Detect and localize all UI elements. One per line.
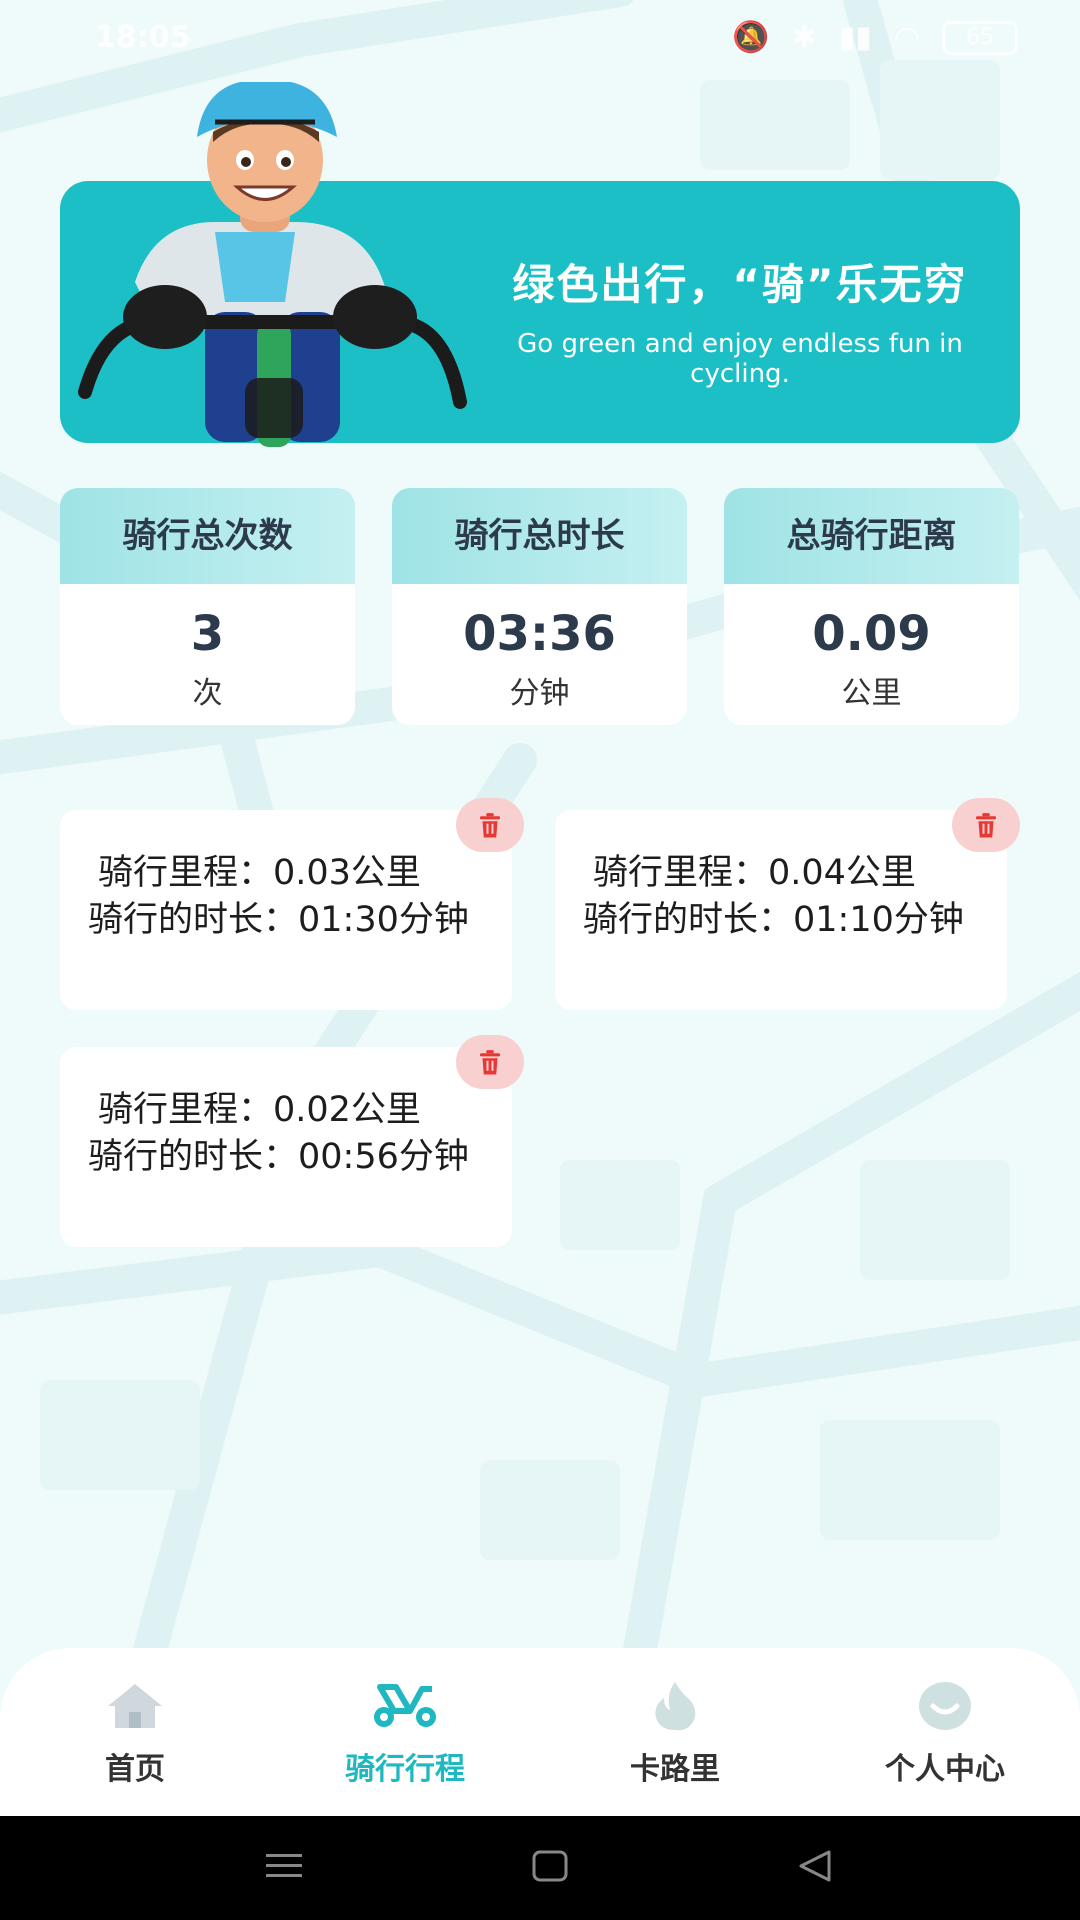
ride-record-card[interactable]: 骑行里程：0.02公里 骑行的时长：00:56分钟 <box>60 1047 512 1247</box>
stat-card-total-distance: 总骑行距离 0.09 公里 <box>724 488 1019 725</box>
signal-icon: ▮▮ <box>838 20 872 55</box>
stat-unit: 次 <box>192 676 223 711</box>
home-square-icon[interactable] <box>530 1846 570 1886</box>
ride-record-card[interactable]: 骑行里程：0.04公里 骑行的时长：01:10分钟 <box>555 810 1007 1010</box>
ride-duration: 骑行的时长：01:10分钟 <box>583 900 964 940</box>
stat-unit: 分钟 <box>509 676 570 711</box>
ride-history-screen: 18:05 🔕 ✱ ▮▮ ◠ 65 绿色出行，“骑”乐无穷 Go green a… <box>0 0 1080 1920</box>
banner-title: 绿色出行，“骑”乐无穷 <box>512 260 968 309</box>
trash-icon <box>480 813 500 838</box>
ride-distance: 骑行里程：0.02公里 <box>98 1090 421 1130</box>
smile-icon <box>919 1682 971 1730</box>
stat-value: 03:36 <box>463 606 616 662</box>
nav-item-calories[interactable]: 卡路里 <box>575 1678 775 1788</box>
status-time: 18:05 <box>95 20 191 55</box>
battery-icon: 65 <box>942 20 1018 55</box>
back-icon[interactable] <box>795 1846 835 1886</box>
stat-unit: 公里 <box>841 676 902 711</box>
nav-item-profile[interactable]: 个人中心 <box>845 1678 1045 1788</box>
cyclist-illustration <box>78 82 467 447</box>
ride-record-card[interactable]: 骑行里程：0.03公里 骑行的时长：01:30分钟 <box>60 810 512 1010</box>
stat-label: 总骑行距离 <box>724 488 1019 584</box>
ride-distance: 骑行里程：0.03公里 <box>98 853 421 893</box>
nav-item-home[interactable]: 首页 <box>35 1678 235 1788</box>
trash-icon <box>976 813 996 838</box>
home-icon <box>108 1684 162 1728</box>
nav-item-rides[interactable]: 骑行行程 <box>305 1678 505 1788</box>
delete-record-button[interactable] <box>952 798 1020 852</box>
nav-label-profile: 个人中心 <box>885 1752 1005 1787</box>
system-nav-bar <box>0 1816 1080 1920</box>
status-bar: 18:05 🔕 ✱ ▮▮ ◠ 65 <box>0 0 1080 76</box>
mute-icon: 🔕 <box>732 20 770 55</box>
ride-duration: 骑行的时长：01:30分钟 <box>88 900 469 940</box>
stat-label: 骑行总次数 <box>60 488 355 584</box>
ride-distance: 骑行里程：0.04公里 <box>593 853 916 893</box>
trash-icon <box>480 1050 500 1075</box>
bluetooth-icon: ✱ <box>791 20 817 55</box>
nav-label-calories: 卡路里 <box>630 1752 720 1787</box>
menu-icon[interactable] <box>264 1846 304 1886</box>
nav-label-home: 首页 <box>105 1752 165 1787</box>
delete-record-button[interactable] <box>456 1035 524 1089</box>
stat-card-total-duration: 骑行总时长 03:36 分钟 <box>392 488 687 725</box>
nav-label-rides: 骑行行程 <box>345 1752 465 1787</box>
bike-icon <box>374 1684 436 1727</box>
stat-value: 0.09 <box>812 606 931 662</box>
ride-duration: 骑行的时长：00:56分钟 <box>88 1137 469 1177</box>
delete-record-button[interactable] <box>456 798 524 852</box>
status-icons: 🔕 ✱ ▮▮ ◠ 65 <box>732 20 1018 55</box>
stat-label: 骑行总时长 <box>392 488 687 584</box>
bottom-nav: 首页 骑行行程 卡路里 个人中心 <box>0 1648 1080 1816</box>
stat-card-total-rides: 骑行总次数 3 次 <box>60 488 355 725</box>
banner-subtitle: Go green and enjoy endless fun in cyclin… <box>517 329 963 389</box>
wifi-icon: ◠ <box>893 20 920 55</box>
stat-value: 3 <box>190 606 225 662</box>
flame-icon <box>655 1682 696 1731</box>
